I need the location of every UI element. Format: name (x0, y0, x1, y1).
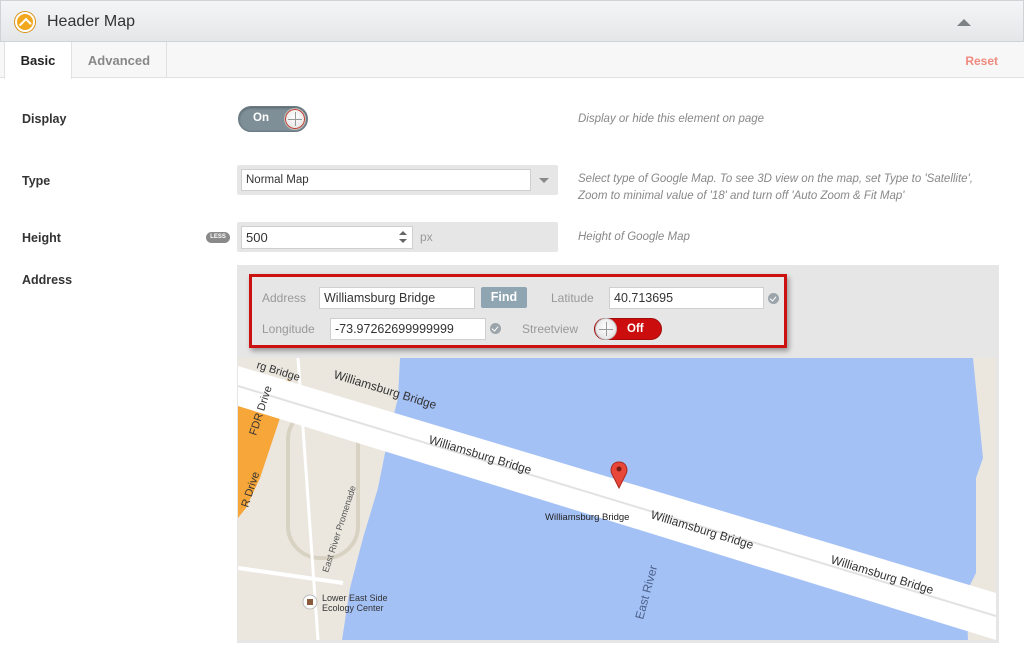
check-icon (768, 293, 779, 304)
display-toggle[interactable]: On (238, 106, 308, 132)
toggle-knob (595, 318, 617, 340)
tab-bar: Basic Advanced Reset (0, 42, 1024, 80)
poi-label: Ecology Center (322, 603, 384, 613)
spin-down-icon[interactable] (399, 239, 407, 243)
address-field-label: Address (262, 291, 307, 305)
longitude-input[interactable]: -73.97262699999999 (330, 318, 486, 340)
collapse-icon[interactable] (957, 19, 971, 26)
tab-basic[interactable]: Basic (4, 42, 72, 79)
find-button[interactable]: Find (481, 287, 527, 308)
panel-header: Header Map (0, 0, 1024, 42)
longitude-label: Longitude (262, 322, 315, 336)
map-canvas[interactable]: rg Bridge Williamsburg Bridge Williamsbu… (238, 358, 996, 640)
height-input[interactable]: 500 (241, 226, 413, 249)
latitude-input[interactable]: 40.713695 (609, 287, 764, 309)
check-icon (490, 323, 501, 334)
height-unit: px (420, 230, 433, 244)
streetview-label: Streetview (522, 322, 579, 336)
display-hint: Display or hide this element on page (578, 113, 765, 125)
poi-icon (307, 599, 313, 605)
chevron-down-icon[interactable] (539, 178, 549, 183)
height-label: Height (22, 231, 61, 245)
toggle-knob (284, 108, 306, 130)
marker-label: Williamsburg Bridge (545, 512, 629, 523)
type-select-value[interactable]: Normal Map (241, 169, 531, 191)
panel-title: Header Map (47, 13, 136, 30)
google-map[interactable]: rg Bridge Williamsburg Bridge Williamsbu… (238, 358, 996, 640)
type-label: Type (22, 174, 51, 188)
display-label: Display (22, 112, 67, 126)
toggle-state-label: On (253, 112, 269, 124)
spin-up-icon[interactable] (399, 231, 407, 235)
tab-advanced[interactable]: Advanced (72, 42, 167, 78)
type-select[interactable]: Normal Map (237, 165, 558, 195)
toggle-state-label: Off (627, 323, 644, 335)
latitude-label: Latitude (551, 291, 594, 305)
element-icon (15, 12, 35, 32)
address-label: Address (22, 273, 73, 287)
reset-link[interactable]: Reset (965, 42, 998, 80)
less-badge: LESS (206, 232, 230, 243)
type-hint-line1: Select type of Google Map. To see 3D vie… (578, 173, 973, 185)
height-hint: Height of Google Map (578, 231, 690, 243)
streetview-toggle[interactable]: Off (594, 318, 662, 340)
poi-label: Lower East Side (322, 593, 388, 603)
map-marker-dot (616, 466, 622, 472)
address-input[interactable]: Williamsburg Bridge (319, 287, 475, 309)
height-field: 500 px (237, 222, 558, 252)
type-hint-line2: Zoom to minimal value of '18' and turn o… (578, 190, 905, 202)
